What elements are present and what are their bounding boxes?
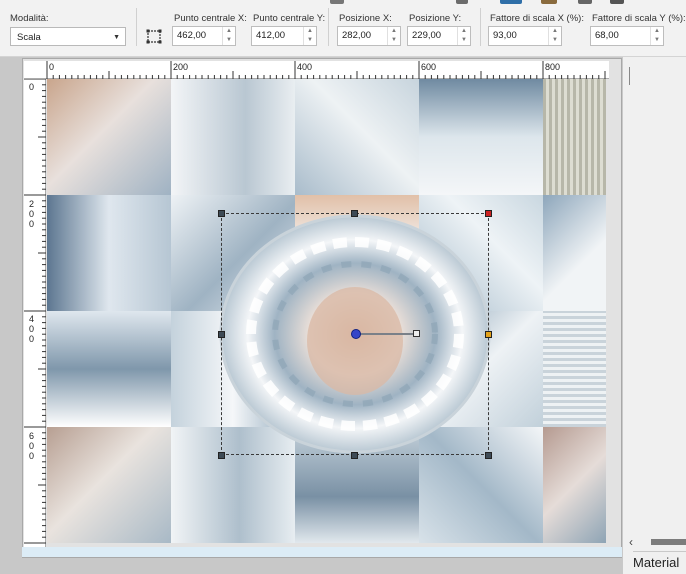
- toolbar-icon-6[interactable]: [610, 0, 624, 4]
- ruler-digit: 6: [28, 431, 34, 441]
- center-x-value: 462,00: [177, 30, 207, 41]
- ruler-digit: 0: [28, 82, 34, 92]
- transform-box-icon[interactable]: [145, 27, 163, 46]
- resize-handle-bottom-right[interactable]: [485, 452, 492, 459]
- center-y-label: Punto centrale Y:: [253, 13, 326, 24]
- resize-handle-bottom-left[interactable]: [218, 452, 225, 459]
- scale-x-input[interactable]: 93,00 ▲ ▼: [488, 26, 562, 46]
- chevron-left-icon[interactable]: ‹: [629, 535, 633, 549]
- toolbar-icon-3[interactable]: [500, 0, 522, 4]
- toolbar-separator: [328, 8, 329, 46]
- resize-handle-top[interactable]: [351, 210, 358, 217]
- pos-y-input[interactable]: 229,00 ▲ ▼: [407, 26, 471, 46]
- spinner-icon[interactable]: ▲ ▼: [457, 27, 470, 45]
- ruler-ticks: [46, 61, 606, 79]
- ruler-label: 600: [421, 62, 437, 72]
- spinner-icon[interactable]: ▲ ▼: [222, 27, 235, 45]
- center-y-value: 412,00: [256, 30, 286, 41]
- spinner-icon[interactable]: ▲ ▼: [548, 27, 561, 45]
- pos-x-input[interactable]: 282,00 ▲ ▼: [337, 26, 401, 46]
- pos-x-label: Posizione X:: [339, 13, 392, 24]
- scale-x-label: Fattore di scala X (%):: [490, 13, 584, 24]
- pivot-point[interactable]: [351, 329, 361, 339]
- mode-label: Modalità:: [10, 13, 49, 24]
- ruler-digit: 0: [28, 209, 34, 219]
- scale-y-input[interactable]: 68,00 ▲ ▼: [590, 26, 664, 46]
- center-x-input[interactable]: 462,00 ▲ ▼: [172, 26, 236, 46]
- document-scroll-strip: [22, 547, 622, 557]
- scale-y-value: 68,00: [595, 30, 619, 41]
- ruler-digit: 0: [28, 441, 34, 451]
- spinner-icon[interactable]: ▲ ▼: [387, 27, 400, 45]
- resize-handle-bottom[interactable]: [351, 452, 358, 459]
- spinner-icon[interactable]: ▲ ▼: [303, 27, 316, 45]
- pos-y-label: Posizione Y:: [409, 13, 462, 24]
- ruler-digit: 0: [28, 324, 34, 334]
- toolbar-icon-4[interactable]: [541, 0, 557, 4]
- pos-x-value: 282,00: [342, 30, 372, 41]
- vertical-ruler: 0 2 0 0 4 0 0 6 0 0: [24, 79, 46, 549]
- ruler-label: 400: [297, 62, 313, 72]
- spinner-icon[interactable]: ▲ ▼: [650, 27, 663, 45]
- resize-handle-top-right[interactable]: [485, 210, 492, 217]
- rotation-handle[interactable]: [413, 330, 420, 337]
- ruler-label: 800: [545, 62, 561, 72]
- scale-y-label: Fattore di scala Y (%):: [592, 13, 686, 24]
- mode-select-value: Scala: [17, 32, 41, 43]
- materials-tab[interactable]: Material: [633, 551, 686, 574]
- scale-x-value: 93,00: [493, 30, 517, 41]
- resize-handle-left[interactable]: [218, 331, 225, 338]
- resize-handle-right[interactable]: [485, 331, 492, 338]
- ruler-digit: 4: [28, 314, 34, 324]
- ruler-digit: 0: [28, 334, 34, 344]
- ruler-digit: 0: [28, 451, 34, 461]
- toolbar-separator: [480, 8, 481, 46]
- rotation-arm: [359, 333, 417, 335]
- top-toolbar-edge: [0, 0, 686, 4]
- image-canvas[interactable]: [47, 79, 606, 543]
- horizontal-ruler: 0 200 400 600 800: [24, 61, 609, 79]
- pos-y-value: 229,00: [412, 30, 442, 41]
- workspace: 0 200 400 600 800 0 2 0 0 4 0 0 6 0 0: [0, 57, 622, 574]
- chevron-down-icon: ▼: [113, 34, 120, 41]
- center-y-input[interactable]: 412,00 ▲ ▼: [251, 26, 317, 46]
- toolbar-separator: [136, 8, 137, 46]
- scrollbar-thumb[interactable]: [651, 539, 686, 545]
- mode-select[interactable]: Scala ▼: [10, 27, 126, 46]
- horizontal-scrollbar[interactable]: ‹: [623, 535, 686, 549]
- toolbar-icon-2[interactable]: [456, 0, 468, 4]
- right-panel: ‹ Material: [622, 57, 686, 574]
- ruler-digit: 0: [28, 219, 34, 229]
- ruler-digit: 2: [28, 199, 34, 209]
- center-x-label: Punto centrale X:: [174, 13, 247, 24]
- ruler-label: 200: [173, 62, 189, 72]
- tool-options-bar: Modalità: Scala ▼ Punto centrale X: 462,…: [0, 0, 686, 57]
- ruler-label: 0: [49, 62, 55, 72]
- panel-divider: [629, 67, 630, 85]
- resize-handle-top-left[interactable]: [218, 210, 225, 217]
- toolbar-icon-5[interactable]: [578, 0, 592, 4]
- toolbar-icon-1[interactable]: [330, 0, 344, 4]
